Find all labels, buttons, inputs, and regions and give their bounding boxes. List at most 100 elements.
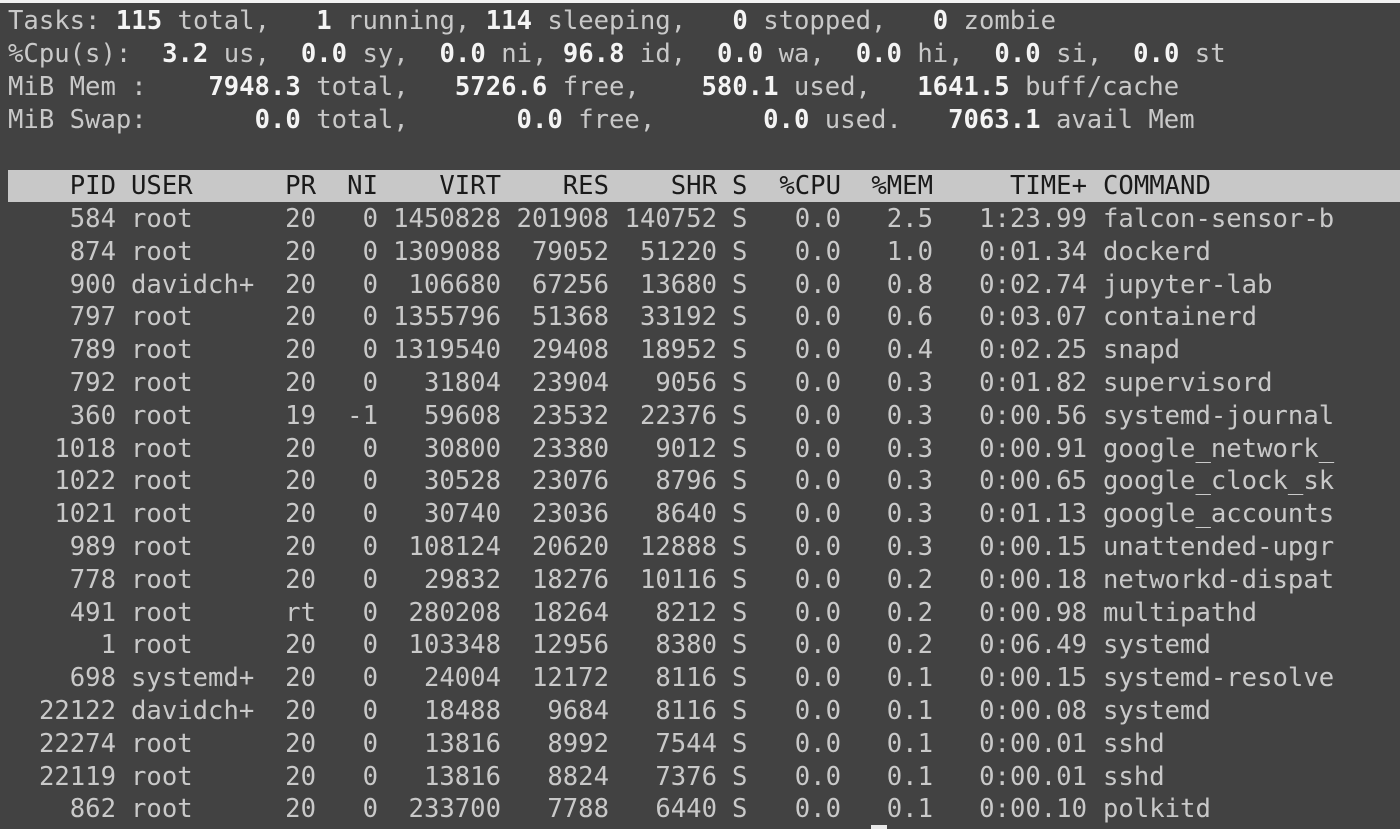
cell-user: root bbox=[131, 499, 193, 530]
process-row[interactable]: 22274 root 20 0 13816 8992 7544 S 0.0 0.1 0:00.01 s… bbox=[0, 728, 1400, 761]
top-terminal[interactable]: Tasks: 115 total, 1 running, 114 sleepin… bbox=[0, 0, 1400, 829]
cell-res: 23036 bbox=[531, 499, 609, 530]
cell-cpu: 0.0 bbox=[794, 663, 841, 694]
cell-time: 0:00.56 bbox=[979, 400, 1087, 431]
cell-pid: 797 bbox=[69, 302, 116, 333]
cell-s: S bbox=[732, 794, 748, 825]
cell-user: root bbox=[131, 630, 193, 661]
cell-virt: 31804 bbox=[423, 368, 501, 398]
cell-shr: 7544 bbox=[655, 728, 717, 759]
cell-s: S bbox=[732, 466, 748, 497]
cell-user: root bbox=[131, 433, 193, 464]
cell-virt: 233700 bbox=[408, 794, 501, 825]
process-row[interactable]: 22122 davidch+ 20 0 18488 9684 8116 S 0.0 0.1 0:00… bbox=[0, 695, 1400, 728]
column-header-user: USER bbox=[131, 171, 193, 201]
process-row[interactable]: 491 root rt 0 280208 18264 8212 S 0.0 0.2 0:00.98 m… bbox=[0, 597, 1400, 630]
cell-user: root bbox=[131, 466, 193, 497]
process-row[interactable]: 792 root 20 0 31804 23904 9056 S 0.0 0.3 0:01.82 su… bbox=[0, 367, 1400, 400]
cell-mem: 0.3 bbox=[886, 433, 933, 464]
column-header-command: COMMAND bbox=[1103, 171, 1211, 201]
process-row[interactable]: 789 root 20 0 1319540 29408 18952 S 0.0 0.4 0:02.2… bbox=[0, 334, 1400, 367]
cell-ni: 0 bbox=[362, 630, 378, 661]
cell-shr: 8640 bbox=[655, 499, 717, 530]
cell-mem: 0.1 bbox=[886, 663, 933, 694]
cell-pid: 1 bbox=[100, 630, 116, 661]
cell-shr: 13680 bbox=[639, 269, 717, 300]
cell-time: 0:02.74 bbox=[979, 269, 1087, 300]
cell-s: S bbox=[732, 630, 748, 661]
cell-ni: 0 bbox=[362, 728, 378, 759]
cell-shr: 22376 bbox=[639, 400, 717, 431]
cell-shr: 51220 bbox=[639, 236, 717, 267]
cell-mem: 0.1 bbox=[886, 696, 933, 726]
process-row[interactable]: 22119 root 20 0 13816 8824 7376 S 0.0 0.1 0:00.01 s… bbox=[0, 761, 1400, 794]
process-row[interactable]: 797 root 20 0 1355796 51368 33192 S 0.0 0.6 0:03.0… bbox=[0, 301, 1400, 334]
cell-time: 0:01.13 bbox=[979, 499, 1087, 530]
cell-user: root bbox=[131, 564, 193, 595]
cell-cpu: 0.0 bbox=[794, 564, 841, 595]
column-header-virt: VIRT bbox=[439, 171, 501, 201]
cell-pid: 22119 bbox=[38, 761, 116, 792]
cell-virt: 280208 bbox=[408, 597, 501, 628]
cell-virt: 30740 bbox=[423, 499, 501, 530]
cell-res: 8824 bbox=[547, 761, 609, 792]
cell-command: google_network_ bbox=[1103, 433, 1335, 464]
cell-pid: 1021 bbox=[54, 499, 116, 530]
cell-cpu: 0.0 bbox=[794, 466, 841, 497]
cell-ni: 0 bbox=[362, 335, 378, 366]
process-row[interactable]: 900 davidch+ 20 0 106680 67256 13680 S 0.0 0.8 0:0… bbox=[0, 269, 1400, 302]
cell-mem: 0.2 bbox=[886, 564, 933, 595]
process-row[interactable]: 1021 root 20 0 30740 23036 8640 S 0.0 0.3 0:01.13 g… bbox=[0, 498, 1400, 531]
cell-virt: 1450828 bbox=[393, 204, 501, 234]
cell-command: dockerd bbox=[1103, 236, 1211, 267]
cell-mem: 0.3 bbox=[886, 400, 933, 431]
cell-command: systemd bbox=[1103, 630, 1211, 661]
cell-s: S bbox=[732, 302, 748, 333]
process-row[interactable]: 989 root 20 0 108124 20620 12888 S 0.0 0.3 0:00.15… bbox=[0, 531, 1400, 564]
cell-pr: 20 bbox=[285, 269, 316, 300]
process-row[interactable]: 1022 root 20 0 30528 23076 8796 S 0.0 0.3 0:00.65 g… bbox=[0, 465, 1400, 498]
cell-s: S bbox=[732, 400, 748, 431]
cell-user: root bbox=[131, 597, 193, 628]
process-row[interactable]: 584 root 20 0 1450828 201908 140752 S 0.0 2.5 1:23… bbox=[0, 203, 1400, 236]
cell-pr: 20 bbox=[285, 433, 316, 464]
cell-user: root bbox=[131, 794, 193, 825]
cell-user: root bbox=[131, 761, 193, 792]
cell-pid: 900 bbox=[69, 269, 116, 300]
cell-mem: 0.3 bbox=[886, 499, 933, 530]
cell-s: S bbox=[732, 499, 748, 530]
cell-user: root bbox=[131, 368, 193, 398]
cell-virt: 29832 bbox=[423, 564, 501, 595]
cell-cpu: 0.0 bbox=[794, 204, 841, 234]
cell-pr: 20 bbox=[285, 630, 316, 661]
cell-cpu: 0.0 bbox=[794, 433, 841, 464]
process-row[interactable]: 1018 root 20 0 30800 23380 9012 S 0.0 0.3 0:00.91 g… bbox=[0, 433, 1400, 466]
cell-s: S bbox=[732, 728, 748, 759]
cell-time: 0:06.49 bbox=[979, 630, 1087, 661]
column-header-ni: NI bbox=[347, 171, 378, 201]
process-row[interactable]: 862 root 20 0 233700 7788 6440 S 0.0 0.1 0:00.10 po… bbox=[0, 793, 1400, 826]
cell-res: 23532 bbox=[531, 400, 609, 431]
process-row[interactable]: 360 root 19 -1 59608 23532 22376 S 0.0 0.3 0:00.56… bbox=[0, 400, 1400, 433]
process-row[interactable]: 1 root 20 0 103348 12956 8380 S 0.0 0.2 0:06.49 sys… bbox=[0, 629, 1400, 662]
cell-cpu: 0.0 bbox=[794, 532, 841, 562]
cell-pr: 20 bbox=[285, 663, 316, 694]
process-row[interactable]: 778 root 20 0 29832 18276 10116 S 0.0 0.2 0:00.18 n… bbox=[0, 564, 1400, 597]
cell-user: root bbox=[131, 335, 193, 366]
cell-pid: 22122 bbox=[38, 696, 116, 726]
process-row[interactable]: 698 systemd+ 20 0 24004 12172 8116 S 0.0 0.1 0:00.… bbox=[0, 662, 1400, 695]
column-header-res: RES bbox=[562, 171, 609, 201]
cell-s: S bbox=[732, 663, 748, 694]
cell-command: polkitd bbox=[1103, 794, 1211, 825]
cell-pid: 1018 bbox=[54, 433, 116, 464]
cell-mem: 0.2 bbox=[886, 630, 933, 661]
cell-ni: 0 bbox=[362, 466, 378, 497]
cell-res: 7788 bbox=[547, 794, 609, 825]
tasks-stopped: 0 bbox=[732, 6, 748, 36]
cell-command: jupyter-lab bbox=[1103, 269, 1273, 300]
cell-time: 0:00.98 bbox=[979, 597, 1087, 628]
cell-virt: 30528 bbox=[423, 466, 501, 497]
cell-command: systemd-resolve bbox=[1103, 663, 1335, 694]
process-row[interactable]: 874 root 20 0 1309088 79052 51220 S 0.0 1.0 0:01.3… bbox=[0, 236, 1400, 269]
column-header-s: S bbox=[732, 171, 748, 201]
